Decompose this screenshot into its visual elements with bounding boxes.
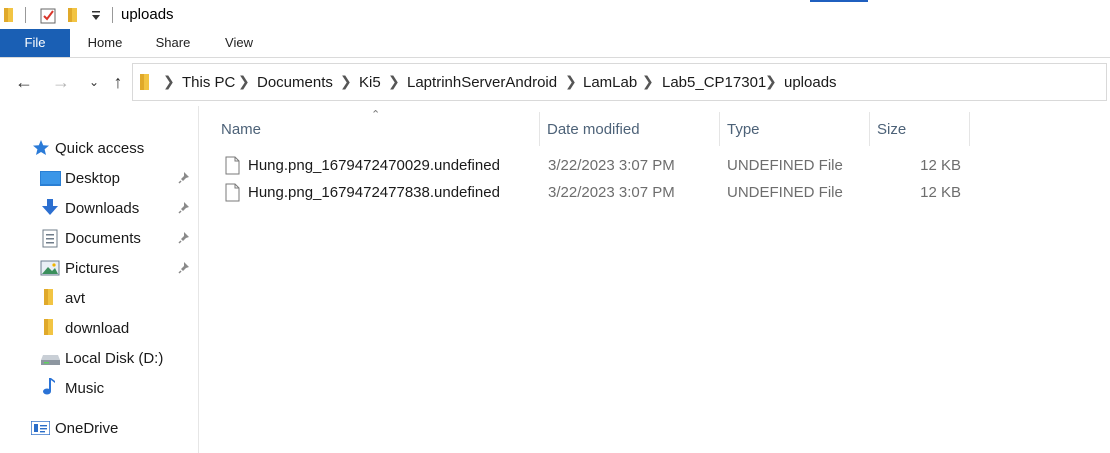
file-icon bbox=[225, 156, 240, 180]
drive-icon bbox=[40, 353, 61, 371]
pin-icon[interactable] bbox=[178, 171, 190, 189]
pin-icon[interactable] bbox=[178, 201, 190, 219]
sidebar-item-label: download bbox=[65, 320, 130, 337]
pin-icon[interactable] bbox=[178, 261, 190, 279]
sidebar-item-label: Quick access bbox=[55, 140, 145, 157]
file-name: Hung.png_1679472470029.undefined bbox=[248, 157, 500, 174]
breadcrumb-this-pc[interactable]: This PC bbox=[182, 74, 235, 91]
breadcrumb-separator-icon[interactable]: ❯ bbox=[765, 73, 777, 90]
file-size: 12 KB bbox=[920, 184, 961, 201]
divider bbox=[112, 7, 113, 23]
file-list: ⌃ Name Date modified Type Size Hung.png_… bbox=[199, 106, 1110, 453]
customize-toolbar-dropdown-icon[interactable] bbox=[91, 9, 101, 27]
file-size: 12 KB bbox=[920, 157, 961, 174]
file-name: Hung.png_1679472477838.undefined bbox=[248, 184, 500, 201]
file-row[interactable]: Hung.png_1679472470029.undefined 3/22/20… bbox=[219, 153, 969, 179]
file-date: 3/22/2023 3:07 PM bbox=[548, 157, 675, 174]
sidebar-item-quick-access[interactable]: Quick access bbox=[0, 134, 198, 162]
properties-checkmark-icon[interactable] bbox=[40, 7, 57, 29]
sidebar-item-local-disk-d[interactable]: Local Disk (D:) bbox=[0, 344, 198, 372]
up-arrow-icon[interactable]: ↑ bbox=[108, 72, 128, 92]
breadcrumb-separator-icon[interactable]: ❯ bbox=[238, 73, 250, 90]
breadcrumb-lab5[interactable]: Lab5_CP17301 bbox=[662, 74, 766, 91]
column-divider[interactable] bbox=[969, 112, 970, 146]
window-title: uploads bbox=[121, 6, 174, 23]
music-note-icon bbox=[42, 377, 56, 401]
sidebar-item-label: Desktop bbox=[65, 170, 121, 187]
column-header-label: Type bbox=[727, 121, 760, 138]
column-header-size[interactable]: Size bbox=[870, 106, 969, 146]
document-icon bbox=[42, 229, 58, 253]
navigation-pane: Quick access Desktop Downloads Documents bbox=[0, 106, 199, 453]
sidebar-item-download[interactable]: download bbox=[0, 314, 198, 342]
divider bbox=[25, 7, 26, 23]
sidebar-item-desktop[interactable]: Desktop bbox=[0, 164, 198, 192]
breadcrumb-separator-icon[interactable]: ❯ bbox=[340, 73, 352, 90]
sidebar-item-label: Pictures bbox=[65, 260, 120, 277]
breadcrumb-lamlab[interactable]: LamLab bbox=[583, 74, 637, 91]
tab-file[interactable]: File bbox=[0, 29, 70, 57]
address-bar[interactable]: ❯ This PC ❯ Documents ❯ Ki5 ❯ LaptrinhSe… bbox=[132, 63, 1107, 101]
onedrive-icon bbox=[30, 420, 51, 440]
breadcrumb-documents[interactable]: Documents bbox=[257, 74, 333, 91]
file-row[interactable]: Hung.png_1679472477838.undefined 3/22/20… bbox=[219, 180, 969, 206]
sidebar-item-label: Music bbox=[65, 380, 105, 397]
recent-locations-chevron-icon[interactable]: ⌄ bbox=[84, 72, 104, 92]
pin-icon[interactable] bbox=[178, 231, 190, 249]
sidebar-item-music[interactable]: Music bbox=[0, 374, 198, 402]
sidebar-item-pictures[interactable]: Pictures bbox=[0, 254, 198, 282]
column-header-type[interactable]: Type bbox=[720, 106, 869, 146]
breadcrumb-uploads[interactable]: uploads bbox=[784, 74, 837, 91]
sidebar-item-onedrive[interactable]: OneDrive bbox=[0, 414, 198, 442]
back-arrow-icon[interactable]: ← bbox=[14, 72, 34, 92]
folder-icon bbox=[139, 73, 153, 96]
folder-icon bbox=[43, 318, 55, 341]
ribbon-tabs: File Home Share View bbox=[0, 29, 1110, 58]
column-header-label: Name bbox=[221, 121, 262, 138]
breadcrumb-separator-icon[interactable]: ❯ bbox=[388, 73, 400, 90]
breadcrumb-separator-icon[interactable]: ❯ bbox=[642, 73, 654, 90]
sidebar-item-label: Documents bbox=[65, 230, 141, 247]
column-header-label: Date modified bbox=[547, 121, 640, 138]
folder-icon bbox=[43, 288, 55, 311]
breadcrumb-separator-icon[interactable]: ❯ bbox=[565, 73, 577, 90]
file-icon bbox=[225, 183, 240, 207]
sidebar-item-avt[interactable]: avt bbox=[0, 284, 198, 312]
download-arrow-icon bbox=[41, 198, 59, 221]
tab-view[interactable]: View bbox=[216, 29, 262, 57]
title-bar: uploads bbox=[0, 0, 1110, 30]
picture-icon bbox=[40, 260, 60, 281]
breadcrumb-laptrinhserverandroid[interactable]: LaptrinhServerAndroid bbox=[407, 74, 557, 91]
file-date: 3/22/2023 3:07 PM bbox=[548, 184, 675, 201]
sidebar-item-label: Downloads bbox=[65, 200, 140, 217]
sidebar-item-label: avt bbox=[65, 290, 86, 307]
window-accent-bar bbox=[810, 0, 868, 2]
sidebar-item-label: OneDrive bbox=[55, 420, 119, 437]
sidebar-item-downloads[interactable]: Downloads bbox=[0, 194, 198, 222]
file-type: UNDEFINED File bbox=[727, 157, 843, 174]
breadcrumb-separator-icon[interactable]: ❯ bbox=[163, 73, 175, 90]
forward-arrow-icon[interactable]: → bbox=[51, 72, 71, 92]
tab-share[interactable]: Share bbox=[148, 29, 198, 57]
file-type: UNDEFINED File bbox=[727, 184, 843, 201]
column-header-date[interactable]: Date modified bbox=[540, 106, 719, 146]
navigation-bar: ← → ⌄ ↑ ❯ This PC ❯ Documents ❯ Ki5 ❯ La… bbox=[0, 58, 1110, 106]
sidebar-item-documents[interactable]: Documents bbox=[0, 224, 198, 252]
desktop-icon bbox=[40, 171, 61, 191]
sidebar-item-label: Local Disk (D:) bbox=[65, 350, 164, 367]
breadcrumb-ki5[interactable]: Ki5 bbox=[359, 74, 381, 91]
column-header-name[interactable]: Name bbox=[199, 106, 539, 146]
star-icon bbox=[32, 139, 50, 161]
new-folder-icon[interactable] bbox=[67, 7, 81, 28]
folder-icon bbox=[3, 7, 17, 28]
tab-home[interactable]: Home bbox=[78, 29, 132, 57]
column-header-label: Size bbox=[877, 121, 907, 138]
